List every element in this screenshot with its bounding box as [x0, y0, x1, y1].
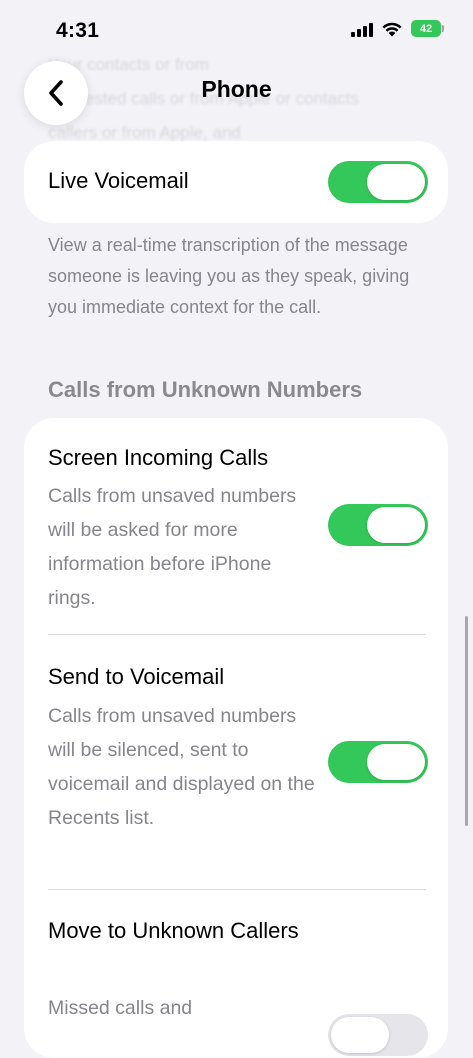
toggle-knob — [367, 507, 425, 543]
live-voicemail-card: Live Voicemail — [24, 141, 448, 223]
battery-icon: 42 — [411, 20, 444, 37]
divider — [48, 889, 426, 890]
send-to-voicemail-description: Calls from unsaved numbers will be silen… — [48, 705, 315, 829]
scrollbar[interactable] — [465, 616, 468, 826]
live-voicemail-footer: View a real-time transcription of the me… — [48, 235, 410, 317]
status-icons: 42 — [351, 20, 444, 37]
send-to-voicemail-toggle[interactable] — [328, 741, 428, 783]
page-title: Phone — [201, 76, 272, 102]
screen-incoming-calls-label: Screen Incoming Calls — [48, 445, 269, 470]
section-header-unknown-numbers: Calls from Unknown Numbers — [48, 377, 363, 402]
live-voicemail-toggle[interactable] — [328, 161, 428, 203]
divider — [48, 634, 426, 635]
wifi-icon — [382, 22, 402, 36]
move-to-unknown-callers-toggle[interactable] — [328, 1014, 428, 1056]
screen-incoming-calls-description: Calls from unsaved numbers will be asked… — [48, 485, 297, 609]
live-voicemail-label: Live Voicemail — [48, 168, 189, 193]
signal-icon — [351, 21, 373, 37]
move-to-unknown-callers-description: Missed calls and — [48, 997, 193, 1019]
move-to-unknown-callers-label: Move to Unknown Callers — [48, 918, 299, 943]
unknown-numbers-card: Screen Incoming Calls Calls from unsaved… — [24, 418, 448, 1058]
send-to-voicemail-label: Send to Voicemail — [48, 664, 225, 689]
screen-incoming-calls-toggle[interactable] — [328, 504, 428, 546]
toggle-knob — [331, 1017, 389, 1053]
toggle-knob — [367, 744, 425, 780]
status-time: 4:31 — [56, 19, 100, 42]
toggle-knob — [367, 164, 425, 200]
